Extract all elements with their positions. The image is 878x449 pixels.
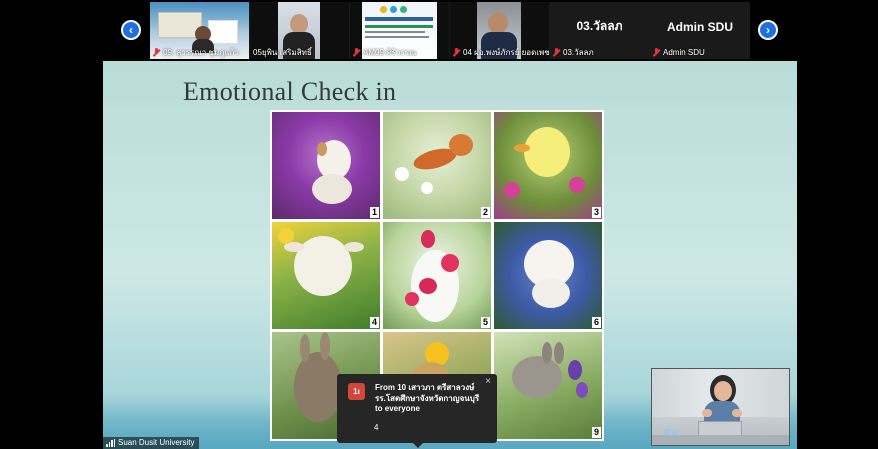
slide-title: Emotional Check in bbox=[183, 77, 397, 106]
participant-name: 05ยุพิน เสริมสิทธิ์ bbox=[253, 48, 312, 57]
image-tile: 2 bbox=[383, 112, 491, 219]
image-tile: 1 bbox=[272, 112, 380, 219]
participant-tile[interactable]: 09. สุวรรณา ชุมภูแก้ว bbox=[150, 2, 249, 59]
chat-sender: From 10 เสาวภา ตรีสาลวงษ์ รร.โสตศึกษาจัง… bbox=[375, 383, 480, 413]
mic-muted-icon bbox=[453, 48, 460, 57]
image-tile: 3 bbox=[494, 112, 602, 219]
chat-notification[interactable]: 1ι From 10 เสาวภา ตรีสาลวงษ์ รร.โสตศึกษา… bbox=[337, 374, 497, 448]
participant-tile[interactable]: 04 ผอ.พงษ์ภักรย์ ยอดเพชร bbox=[450, 2, 549, 59]
mic-muted-icon bbox=[153, 48, 160, 57]
participant-tile[interactable]: 05ยุพิน เสริมสิทธิ์ bbox=[250, 2, 349, 59]
mic-muted-icon bbox=[553, 48, 560, 57]
participant-tile[interactable]: 03.วัลลภ 03.วัลลภ bbox=[550, 2, 649, 59]
mic-muted-icon bbox=[353, 48, 360, 57]
image-tile: 4 bbox=[272, 222, 380, 329]
meeting-window: ‹ › 09. สุวรรณา ชุมภูแก้ว 05ยุพิน เสริมส… bbox=[0, 0, 878, 449]
next-page-button[interactable]: › bbox=[758, 20, 778, 40]
participant-strip: 09. สุวรรณา ชุมภูแก้ว 05ยุพิน เสริมสิทธิ… bbox=[150, 2, 750, 59]
participant-name: 09. สุวรรณา ชุมภูแก้ว bbox=[153, 47, 239, 58]
participant-big-label: 03.วัลลภ bbox=[576, 19, 623, 33]
prev-page-button[interactable]: ‹ bbox=[121, 20, 141, 40]
chevron-left-icon: ‹ bbox=[129, 23, 133, 37]
signal-bars-icon bbox=[106, 439, 115, 447]
participant-name: AM09-ศิริวรรณ bbox=[353, 47, 416, 58]
participant-name: 03.วัลลภ bbox=[553, 47, 594, 58]
image-tile: 5 bbox=[383, 222, 491, 329]
chevron-right-icon: › bbox=[766, 23, 770, 37]
close-icon[interactable]: × bbox=[485, 376, 491, 387]
source-label: Suan Dusit University bbox=[103, 437, 200, 449]
image-tile: 6 bbox=[494, 222, 602, 329]
participant-tile[interactable]: AM09-ศิริวรรณ bbox=[350, 2, 449, 59]
self-view-video[interactable] bbox=[651, 368, 790, 446]
participant-name: 04 ผอ.พงษ์ภักรย์ ยอดเพชร bbox=[453, 47, 549, 58]
mic-muted-icon bbox=[653, 48, 660, 57]
image-tile: 9 bbox=[494, 332, 602, 439]
avatar: 1ι bbox=[348, 383, 365, 400]
participant-tile[interactable]: Admin SDU Admin SDU bbox=[650, 2, 750, 59]
participant-big-label: Admin SDU bbox=[667, 19, 733, 34]
participant-name: Admin SDU bbox=[653, 47, 705, 58]
chat-message: 4 bbox=[374, 423, 379, 432]
